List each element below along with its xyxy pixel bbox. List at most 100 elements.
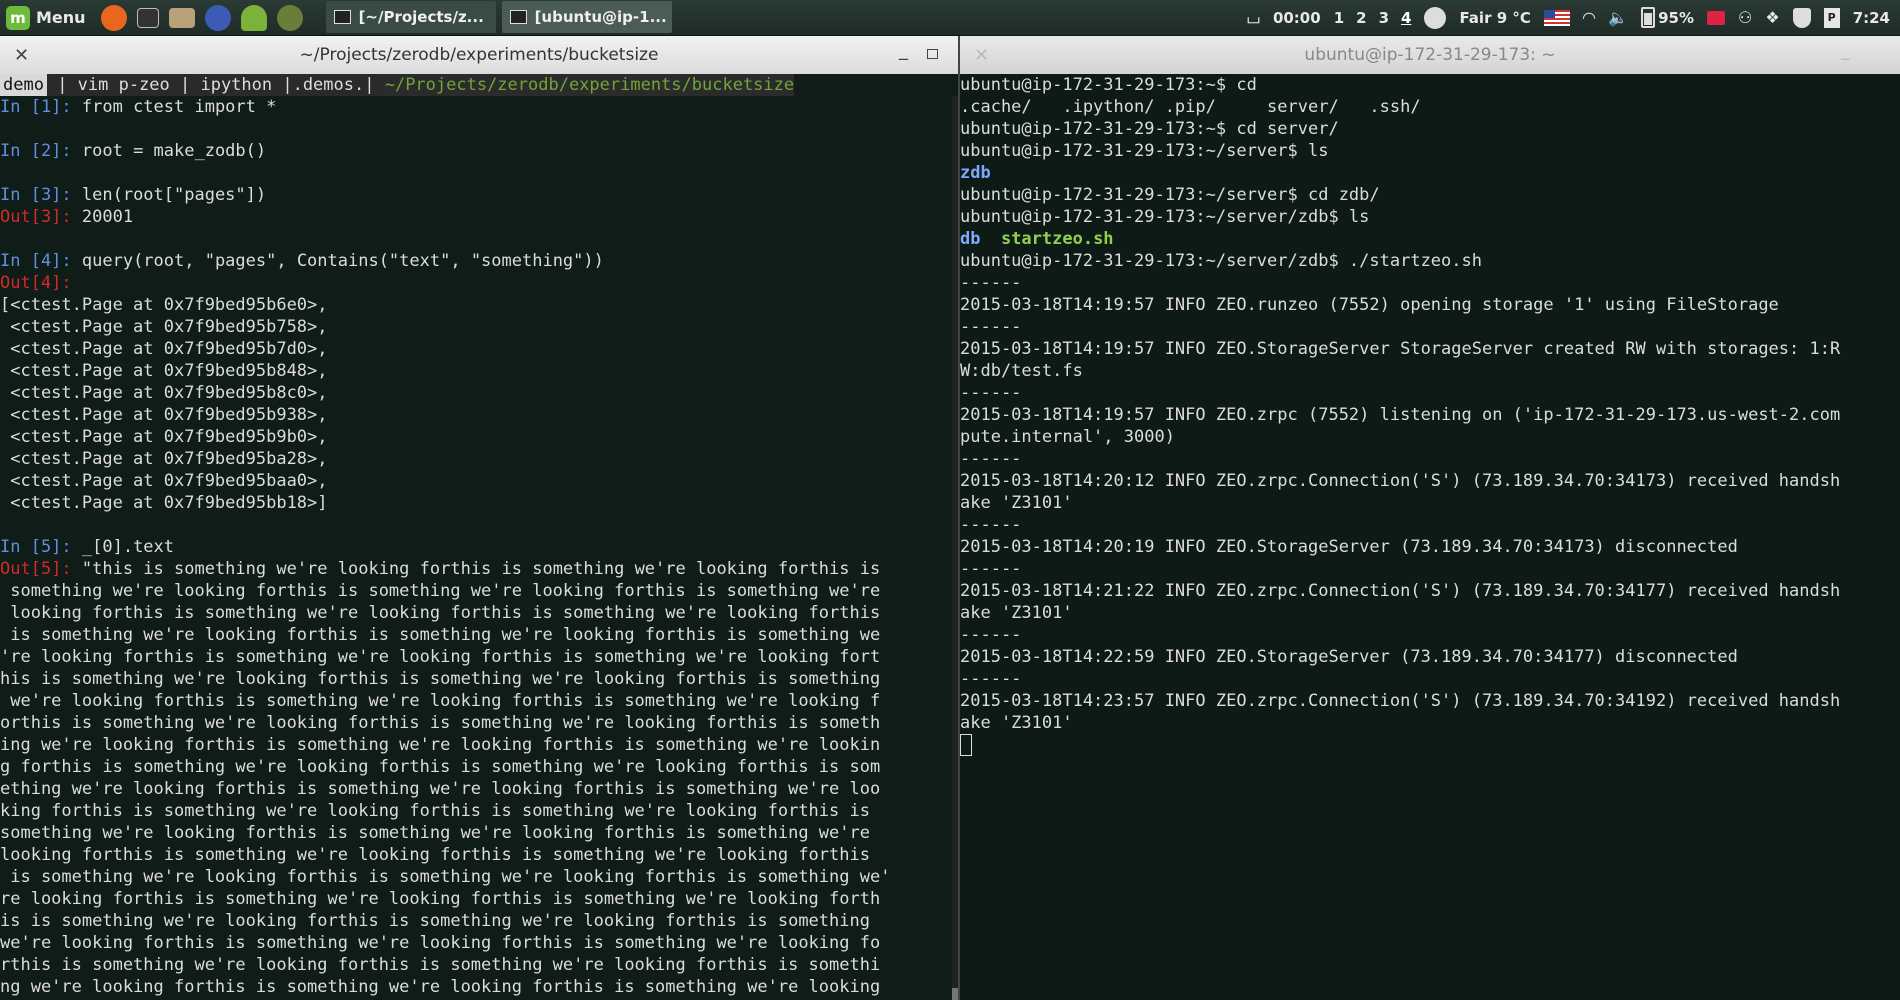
weather-icon[interactable] [1424,6,1447,29]
line-text: ubuntu@ip-172-31-29-173:~$ cd [960,75,1257,95]
left-terminal-window: ✕ ~/Projects/zerodb/experiments/bucketsi… [0,36,960,1000]
line-text: ubuntu@ip-172-31-29-173:~/server$ ls [960,141,1329,161]
left-scrollbar[interactable] [952,96,958,1000]
task-label: [~/Projects/z... [358,8,484,26]
clipboard-icon[interactable]: P [1823,7,1840,28]
line-text: zdb [960,163,991,183]
tmux-tabs[interactable]: | vim p-zeo | ipython |.demos.| [46,74,385,96]
media-play-icon[interactable] [276,4,303,31]
terminal-line: ake 'Z3101' [960,492,1900,514]
terminal-line: we're looking forthis is something we're… [0,932,958,954]
task-left-terminal[interactable]: [~/Projects/z... [325,1,496,33]
out-prompt: Out[3]: [0,207,82,227]
shield-icon[interactable] [1792,7,1811,28]
terminal-line: ------ [960,448,1900,470]
terminal-line: 2015-03-18T14:20:19 INFO ZEO.StorageServ… [960,536,1900,558]
left-titlebar[interactable]: ✕ ~/Projects/zerodb/experiments/bucketsi… [0,36,958,74]
right-titlebar[interactable]: ✕ ubuntu@ip-172-31-29-173: ~ _ [960,36,1900,74]
menu-button[interactable]: m Menu [0,0,96,35]
line-text: his is something we're looking forthis i… [0,669,881,689]
keyboard-icon[interactable]: ⌴ [1247,8,1260,28]
task-right-terminal[interactable]: [ubuntu@ip-1... [501,1,672,33]
prompt-line [960,734,1900,756]
dropbox-icon[interactable]: ❖ [1765,8,1779,27]
terminal-line: ------ [960,624,1900,646]
line-text: we're looking forthis is something we're… [0,933,881,953]
terminal-line: <ctest.Page at 0x7f9bed95b8c0>, [0,382,958,404]
workspace-switcher: 1 2 3 4 [1334,9,1412,27]
out-prompt: Out[4]: [0,273,82,293]
upload-icon[interactable] [240,4,267,31]
workspace-1[interactable]: 1 [1334,9,1344,27]
line-text: something we're looking forthis is somet… [0,823,870,843]
terminal-line: pute.internal', 3000) [960,426,1900,448]
tmux-status-bar: demo | vim p-zeo | ipython |.demos.| ~/P… [0,74,958,96]
volume-icon[interactable]: 🔈 [1608,8,1628,27]
terminal-launcher-icon[interactable] [136,7,159,28]
line-text: len(root["pages"]) [81,185,267,205]
terminal-line: ubuntu@ip-172-31-29-173:~$ cd [960,74,1900,96]
us-flag-icon[interactable] [1543,9,1570,26]
dir-entry: db [960,229,981,249]
terminal-line: ------ [960,316,1900,338]
terminal-line: ------ [960,382,1900,404]
in-prompt: In [3]: [0,185,82,205]
line-text: ng we're looking forthis is something we… [0,977,881,997]
terminal-line: <ctest.Page at 0x7f9bed95bb18>] [0,492,958,514]
workspace-2[interactable]: 2 [1356,9,1366,27]
weather-text[interactable]: Fair 9 °C [1459,9,1530,27]
battery-percent[interactable]: 95% [1658,9,1694,27]
terminal-line: ubuntu@ip-172-31-29-173:~/server/zdb$ ls [960,206,1900,228]
ipython-output[interactable]: In [1]: from ctest import * In [2]: root … [0,96,958,998]
firefox-icon[interactable] [100,4,127,31]
tmux-tab-current[interactable]: demo [0,74,47,96]
minimize-icon[interactable]: _ [899,40,908,61]
line-text: ake 'Z3101' [960,493,1073,513]
scroll-thumb[interactable] [952,988,958,1000]
battery-icon[interactable] [1641,7,1656,28]
line-text: 2015-03-18T14:23:57 INFO ZEO.zrpc.Connec… [960,691,1841,711]
terminal-line: g forthis is something we're looking for… [0,756,958,778]
terminal-line: 2015-03-18T14:19:57 INFO ZEO.StorageServ… [960,338,1900,360]
line-text: 20001 [81,207,134,227]
line-text: ing we're looking forthis is something w… [0,735,881,755]
line-text: ------ [960,273,1022,293]
workspace-4[interactable]: 4 [1401,9,1411,27]
line-text: ------ [960,515,1022,535]
minimize-icon[interactable]: _ [1841,40,1850,61]
terminal-line: ake 'Z3101' [960,712,1900,734]
line-text: is something we're looking forthis is so… [0,625,881,645]
window-title: ubuntu@ip-172-31-29-173: ~ [1304,45,1556,65]
wifi-icon[interactable]: ◠ [1583,8,1595,27]
settings-gear-icon[interactable] [204,4,231,31]
terminal-line: re looking forthis is something we're lo… [0,888,958,910]
terminal-line: In [4]: query(root, "pages", Contains("t… [0,250,958,272]
terminal-line: 2015-03-18T14:22:59 INFO ZEO.StorageServ… [960,646,1900,668]
notification-icon[interactable]: ⚇ [1738,8,1752,27]
in-prompt: In [4]: [0,251,82,271]
terminal-line: is something we're looking forthis is so… [0,624,958,646]
terminal-line: ------ [960,272,1900,294]
terminal-line: king forthis is something we're looking … [0,800,958,822]
line-text: 2015-03-18T14:19:57 INFO ZEO.runzeo (755… [960,295,1779,315]
line-text: <ctest.Page at 0x7f9bed95b938>, [0,405,328,425]
line-text: <ctest.Page at 0x7f9bed95baa0>, [0,471,328,491]
terminal-line: something we're looking forthis is somet… [0,822,958,844]
terminal-icon [509,10,527,24]
folder-icon[interactable] [168,7,195,28]
line-text: orthis is something we're looking forthi… [0,713,881,733]
shell-output[interactable]: ubuntu@ip-172-31-29-173:~$ cd .cache/ .ip… [960,74,1900,756]
workspace-3[interactable]: 3 [1379,9,1389,27]
line-text: ------ [960,669,1022,689]
maximize-icon[interactable] [927,49,938,59]
line-text: <ctest.Page at 0x7f9bed95b8c0>, [0,383,328,403]
terminal-line: Out[3]: 20001 [0,206,958,228]
task-label: [ubuntu@ip-1... [534,8,667,26]
terminal-line: ------ [960,668,1900,690]
elapsed-timer[interactable]: 00:00 [1273,9,1321,27]
line-text: .cache/ .ipython/ .pip/ server/ .ssh/ [960,97,1421,117]
recorder-icon[interactable] [1707,10,1725,25]
clock[interactable]: 7:24 [1853,9,1890,27]
